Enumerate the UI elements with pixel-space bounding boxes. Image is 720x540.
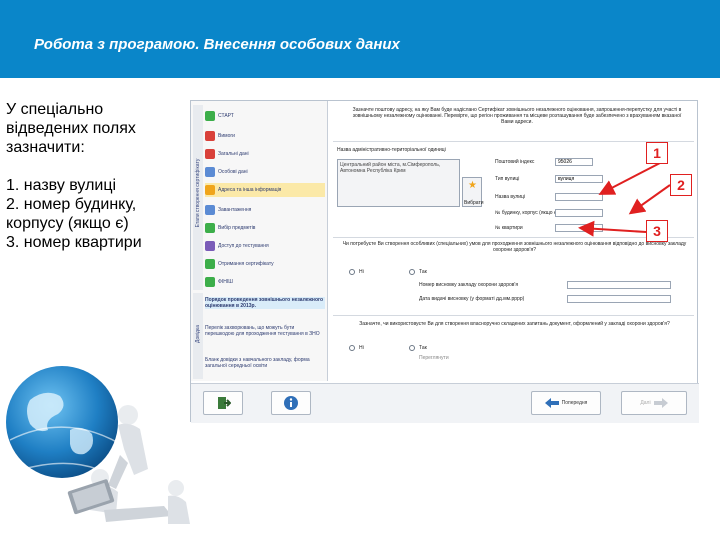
address-form: Зазначте поштову адресу, на яку Вам буде… (329, 101, 698, 381)
certificate-icon (205, 259, 215, 269)
view-link[interactable]: Переглянути (419, 355, 449, 361)
sidebar-item-start[interactable]: СТАРТ (205, 109, 325, 123)
steps-vertical-tab: Етапи створення сертифікату (193, 105, 203, 290)
radio-no[interactable] (349, 269, 355, 275)
radio-yes[interactable] (409, 269, 415, 275)
instruction-line: зазначити: (6, 139, 85, 156)
doc-date-label: Дата видачі висновку (у форматі дд.мм.рр… (419, 296, 525, 302)
choose-territory-button[interactable]: ★ Вибрати (462, 177, 484, 207)
header-band: Робота з програмою. Внесення особових да… (0, 0, 720, 78)
help-button[interactable] (271, 391, 311, 415)
subjects-icon (205, 223, 215, 233)
sidebar-item-finish[interactable]: ФІНІШ (205, 275, 325, 289)
radio-no-2-label: Ні (359, 345, 364, 351)
info-link-form[interactable]: Бланк довідки з навчального закладу, фор… (205, 357, 325, 369)
sidebar-item-address[interactable]: Адреса та інша інформація (205, 183, 325, 197)
general-icon (205, 149, 215, 159)
bottom-toolbar: Попередня Далі (191, 383, 699, 423)
postcode-label: Поштовий індекс (495, 159, 535, 165)
form-intro: Зазначте поштову адресу, на яку Вам буде… (352, 107, 682, 125)
prev-button[interactable]: Попередня (531, 391, 601, 415)
radio-yes-2[interactable] (409, 345, 415, 351)
street-type-select[interactable]: вулиця (555, 175, 603, 183)
address-icon (205, 185, 215, 195)
apartment-label: № квартири (495, 225, 523, 231)
arrow-left-icon (544, 398, 559, 408)
next-button[interactable]: Далі (621, 391, 687, 415)
sidebar-item-upload[interactable]: Завантаження (205, 203, 325, 217)
street-name-label: Назва вулиці (495, 194, 526, 200)
arrow-right-icon (653, 398, 668, 408)
doc-number-label: Номер висновку закладу охорони здоров'я (419, 282, 519, 288)
app-window: Етапи створення сертифікату СТАРТ Вимоги… (190, 100, 699, 423)
instructions-text: У спеціально відведених полях зазначити:… (6, 100, 186, 252)
instruction-line: У спеціально (6, 101, 104, 118)
page-title: Робота з програмою. Внесення особових да… (34, 36, 400, 53)
info-vertical-tab: Довідка (193, 293, 203, 379)
question-documents: Зазначте, чи використовуєте Ви для створ… (359, 321, 670, 327)
instruction-item-house-cont: корпусу (якщо є) (6, 215, 129, 232)
radio-no-label: Ні (359, 269, 364, 275)
sidebar-item-certificate[interactable]: Отримання сертифікату (205, 257, 325, 271)
radio-yes-2-label: Так (419, 345, 427, 351)
instruction-item-house: 2. номер будинку, (6, 196, 137, 213)
start-icon (205, 111, 215, 121)
slide: Робота з програмою. Внесення особових да… (0, 0, 720, 540)
sidebar-item-personal[interactable]: Особові дані (205, 165, 325, 179)
street-name-field[interactable] (555, 193, 603, 201)
house-field[interactable] (555, 209, 603, 217)
instruction-item-apartment: 3. номер квартири (6, 234, 142, 251)
territory-field[interactable]: Центральний район міста, м.Сімферополь, … (337, 159, 460, 207)
steps-sidebar: Етапи створення сертифікату СТАРТ Вимоги… (191, 101, 328, 381)
instruction-item-street: 1. назву вулиці (6, 177, 117, 194)
upload-icon (205, 205, 215, 215)
info-link-procedure[interactable]: Порядок проведення зовнішнього незалежно… (205, 297, 325, 309)
doc-date-field[interactable] (567, 295, 671, 303)
access-icon (205, 241, 215, 251)
exit-button[interactable] (203, 391, 243, 415)
info-link-diseases[interactable]: Перелік захворювань, що можуть бути пере… (205, 325, 325, 337)
info-icon (284, 396, 298, 410)
exit-door-icon (218, 397, 231, 409)
doc-number-field[interactable] (567, 281, 671, 289)
instruction-line: відведених полях (6, 120, 136, 137)
sidebar-item-access[interactable]: Доступ до тестування (205, 239, 325, 253)
street-type-label: Тип вулиці (495, 176, 520, 182)
radio-yes-label: Так (419, 269, 427, 275)
postcode-field[interactable]: 95026 (555, 158, 593, 166)
apartment-field[interactable] (555, 224, 603, 232)
requirements-icon (205, 131, 215, 141)
star-icon: ★ (468, 180, 477, 191)
annotation-badge-3: 3 (646, 220, 668, 242)
sidebar-item-subjects[interactable]: Вибір предметів (205, 221, 325, 235)
question-special-conditions: Чи потребуєте Ви створення особливих (сп… (342, 241, 687, 253)
radio-no-2[interactable] (349, 345, 355, 351)
annotation-badge-1: 1 (646, 142, 668, 164)
annotation-badge-2: 2 (670, 174, 692, 196)
house-label: № будинку, корпус (якщо є) (495, 210, 559, 216)
finish-flag-icon (205, 277, 215, 287)
sidebar-item-general[interactable]: Загальні дані (205, 147, 325, 161)
globe-illustration (6, 366, 190, 524)
sidebar-item-requirements[interactable]: Вимоги (205, 129, 325, 143)
territory-label: Назва адміністративно-територіальної оди… (337, 147, 446, 153)
personal-icon (205, 167, 215, 177)
